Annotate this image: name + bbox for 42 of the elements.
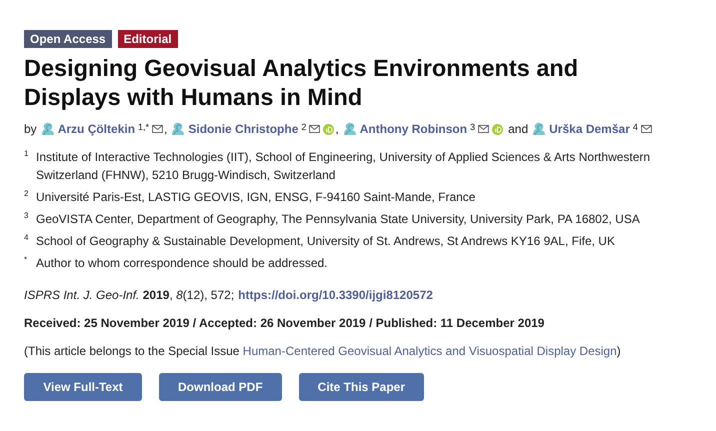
affiliation-mark: 4 bbox=[632, 122, 638, 132]
citation-text: ISPRS Int. J. Geo-Inf. 2019, 8(12), 572; bbox=[24, 288, 234, 302]
affiliation-text: Université Paris-Est, LASTIG GEOVIS, IGN, ENSG, F-94160 Saint-Mande, France bbox=[36, 189, 476, 206]
affiliation-mark: * bbox=[24, 254, 28, 266]
special-issue-text: (This article belongs to the Special Issue bbox=[24, 344, 240, 358]
person-icon bbox=[342, 122, 357, 136]
byline-prefix: by bbox=[24, 122, 37, 136]
affiliation-text: Author to whom correspondence should be addressed. bbox=[36, 255, 328, 272]
email-icon[interactable] bbox=[309, 125, 320, 133]
special-issue-text: ) bbox=[616, 344, 621, 358]
affiliation-mark: 2 bbox=[24, 188, 30, 200]
person-icon bbox=[171, 122, 186, 136]
article-title: Designing Geovisual Analytics Environments and Displays with Humans in Mind bbox=[24, 54, 580, 112]
special-issue-link[interactable]: Human-Centered Geovisual Analytics and Visuospatial Display Design bbox=[242, 344, 617, 358]
email-icon[interactable] bbox=[640, 125, 652, 133]
person-icon bbox=[40, 122, 55, 136]
author-link[interactable]: Urška Demšar bbox=[549, 122, 630, 136]
affiliation-text: School of Geography & Sustainable Development, University of St. Andrews, St Andrews KY16 9AL, Fife, UK bbox=[36, 233, 615, 250]
affiliation-mark: 4 bbox=[24, 232, 30, 244]
email-icon[interactable] bbox=[152, 125, 164, 133]
affiliation-mark: 3 bbox=[470, 122, 476, 132]
author-link[interactable]: Sidonie Christophe bbox=[188, 122, 298, 136]
article-badge: Open Access bbox=[24, 30, 112, 48]
affiliation-text: Institute of Interactive Technologies (IIT), School of Engineering, University of Applied Sciences & Arts Northwestern Switzerland (FHNW), 5210 Brugg-Windisch, Switzerland bbox=[36, 149, 652, 184]
doi-link[interactable]: https://doi.org/10.3390/ijgi8120572 bbox=[238, 288, 433, 302]
action-button[interactable]: Download PDF bbox=[159, 373, 282, 401]
author-link[interactable]: Arzu Çöltekin bbox=[58, 122, 136, 136]
author-separator: , bbox=[335, 122, 339, 136]
author-separator: and bbox=[508, 122, 528, 136]
email-icon[interactable] bbox=[478, 125, 490, 133]
affiliation-mark: 3 bbox=[24, 210, 30, 222]
publication-dates: Received: 25 November 2019 / Accepted: 26 November 2019 / Published: 11 December 2019 bbox=[24, 316, 546, 330]
author-separator: , bbox=[164, 122, 168, 136]
action-button[interactable]: Cite This Paper bbox=[298, 373, 424, 401]
affiliation-mark: 1 bbox=[24, 148, 30, 160]
action-button[interactable]: View Full-Text bbox=[24, 373, 142, 401]
affiliation-text: GeoVISTA Center, Department of Geography, The Pennsylvania State University, University Park, PA 16802, USA bbox=[36, 211, 640, 228]
article-badge: Editorial bbox=[118, 30, 178, 48]
affiliation-mark: 1,* bbox=[138, 122, 150, 132]
author-link[interactable]: Anthony Robinson bbox=[360, 122, 468, 136]
affiliation-mark: 2 bbox=[301, 122, 306, 132]
person-icon bbox=[532, 122, 546, 136]
